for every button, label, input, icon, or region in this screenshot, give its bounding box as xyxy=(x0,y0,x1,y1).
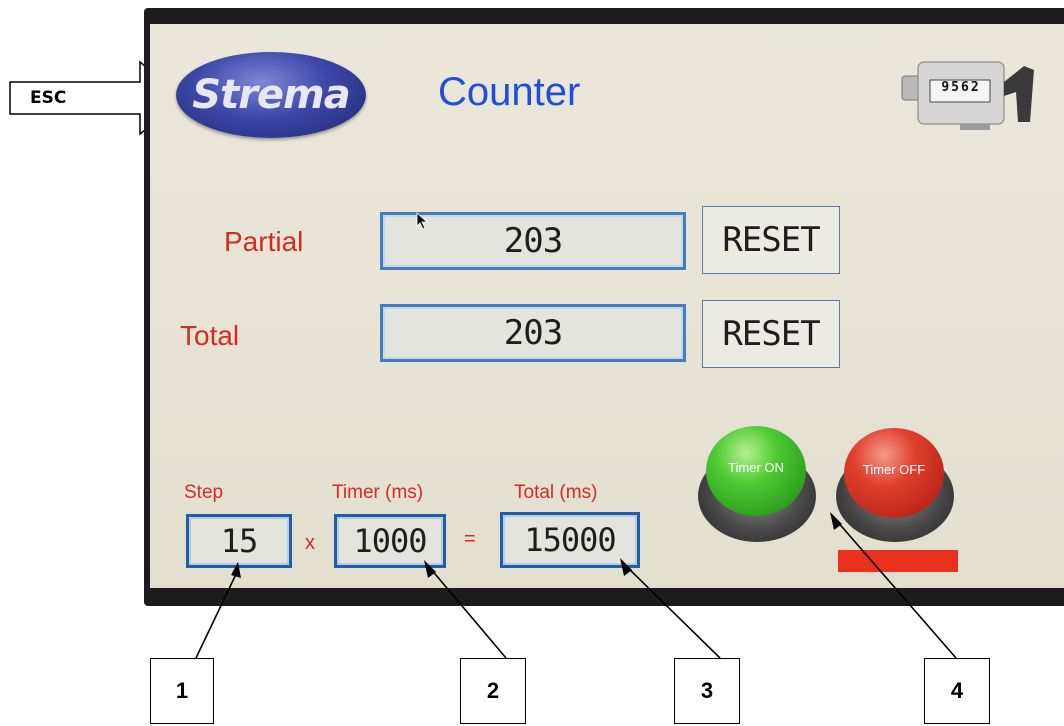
callout-1: 1 xyxy=(150,658,214,724)
callout-2: 2 xyxy=(460,658,526,724)
callout-3: 3 xyxy=(674,658,740,724)
mouse-pointer-icon xyxy=(416,212,429,230)
callout-4: 4 xyxy=(924,658,990,724)
callout-lines xyxy=(195,512,957,659)
